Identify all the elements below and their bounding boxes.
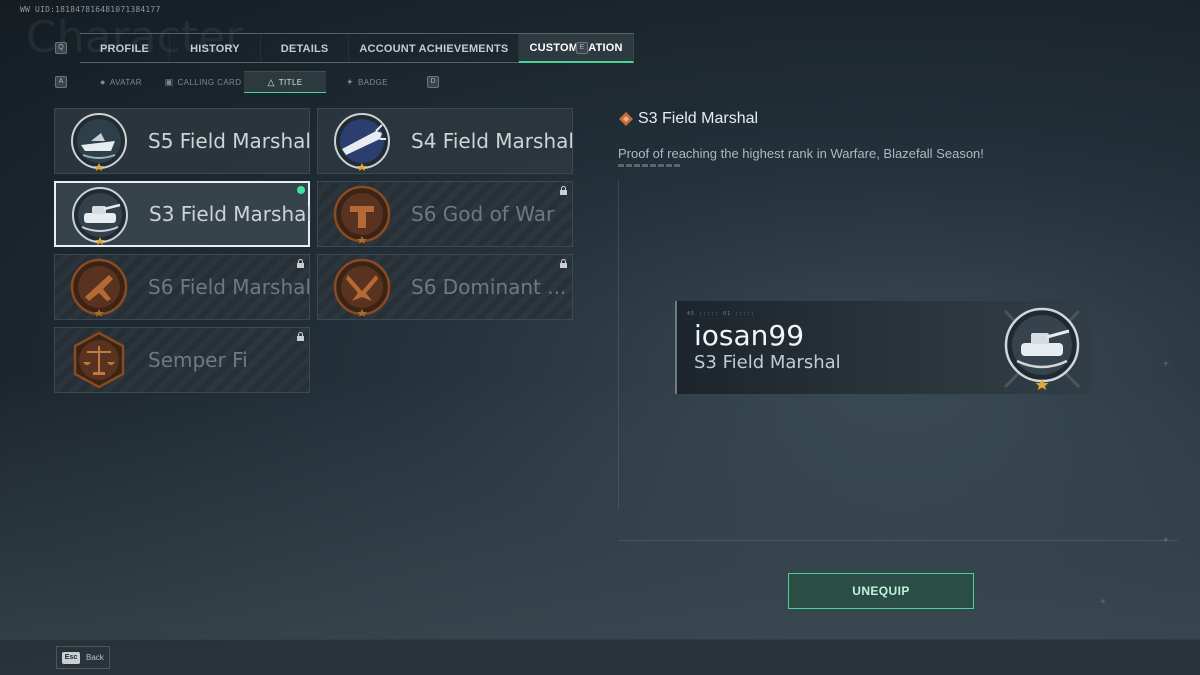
tank-emblem-icon (1003, 307, 1081, 390)
title-name: Semper Fi (148, 348, 248, 372)
title-name: S4 Field Marshal (411, 129, 574, 153)
subtab-calling-card[interactable]: ▣ CALLING CARD (162, 71, 244, 93)
title-icon: △ (267, 76, 275, 87)
lock-icon (296, 259, 305, 268)
tab-prev-key[interactable]: Q (55, 42, 67, 54)
subtab-avatar-label: AVATAR (109, 77, 142, 87)
title-card-s3-field-marshal[interactable]: S3 Field Marshal (54, 181, 312, 247)
crossed-emblem-icon (333, 258, 391, 317)
tank-emblem-icon (72, 187, 128, 245)
sub-tabs: ● AVATAR ▣ CALLING CARD △ TITLE ✦ BADGE (80, 71, 408, 93)
guide-line (618, 540, 1178, 541)
corner-plus-icon: + (1100, 597, 1106, 608)
diamond-rank-icon (619, 112, 633, 126)
back-label: Back (86, 653, 104, 662)
scales-emblem-icon (73, 331, 125, 389)
detail-description: Proof of reaching the highest rank in Wa… (618, 146, 984, 161)
esc-key-icon: Esc (62, 651, 80, 664)
torpedo-emblem-icon (334, 113, 390, 171)
title-card-s6-field-marshal[interactable]: S6 Field Marshal (54, 254, 311, 320)
subtab-calling-card-label: CALLING CARD (177, 77, 242, 87)
corner-plus-icon: + (1163, 535, 1169, 546)
detail-title: S3 Field Marshal (618, 110, 758, 128)
tab-details[interactable]: DETAILS (261, 34, 350, 63)
title-card-s5-field-marshal[interactable]: S5 Field Marshal (54, 108, 311, 174)
person-icon: ● (100, 77, 106, 87)
background-fog (0, 375, 1200, 675)
title-card-semper-fi[interactable]: Semper Fi (54, 327, 310, 393)
description-divider (618, 164, 680, 167)
title-name: S3 Field Marshal (149, 202, 312, 226)
subtab-prev-key[interactable]: A (55, 76, 67, 88)
back-button[interactable]: Esc Back (56, 646, 110, 669)
guide-line (618, 180, 619, 510)
title-name: S5 Field Marshal (148, 129, 311, 153)
title-card-s6-god-of-war[interactable]: S6 God of War (317, 181, 573, 247)
tab-profile[interactable]: PROFILE (80, 34, 171, 63)
subtab-badge-label: BADGE (357, 77, 388, 87)
tab-history[interactable]: HISTORY (170, 34, 261, 63)
corner-plus-icon: + (1163, 359, 1169, 370)
title-card-s4-field-marshal[interactable]: S4 Field Marshal (317, 108, 574, 174)
unequip-button[interactable]: UNEQUIP (788, 573, 974, 609)
title-name: S6 Dominant ... (411, 275, 567, 299)
card-icon: ▣ (164, 76, 174, 87)
lock-icon (559, 186, 568, 195)
equipped-indicator (297, 186, 305, 194)
tab-next-key[interactable]: E (576, 42, 588, 54)
preview-code: 45 ::::: 01 ::::: (687, 311, 756, 317)
title-name: S6 Field Marshal (148, 275, 311, 299)
title-preview-plate: 45 ::::: 01 ::::: iosan99 S3 Field Marsh… (675, 301, 1091, 394)
lock-icon (559, 259, 568, 268)
jet-emblem-icon (70, 258, 128, 317)
subtab-next-key[interactable]: D (427, 76, 439, 88)
title-name: S6 God of War (411, 202, 555, 226)
badge-icon: ✦ (346, 76, 354, 87)
title-card-s6-dominant[interactable]: S6 Dominant ... (317, 254, 573, 320)
preview-title: S3 Field Marshal (694, 352, 841, 373)
main-tabs: PROFILE HISTORY DETAILS ACCOUNT ACHIEVEM… (80, 33, 634, 63)
subtab-title-label: TITLE (278, 77, 303, 87)
tab-account-achievements[interactable]: ACCOUNT ACHIEVEMENTS (349, 34, 520, 63)
lock-icon (296, 332, 305, 341)
boat-emblem-icon (71, 113, 127, 171)
detail-title-text: S3 Field Marshal (638, 110, 759, 127)
preview-username: iosan99 (694, 319, 805, 352)
subtab-title[interactable]: △ TITLE (244, 71, 326, 93)
subtab-badge[interactable]: ✦ BADGE (326, 71, 408, 93)
helmet-emblem-icon (333, 185, 391, 244)
bottom-bar (0, 639, 1200, 675)
subtab-avatar[interactable]: ● AVATAR (80, 71, 162, 93)
